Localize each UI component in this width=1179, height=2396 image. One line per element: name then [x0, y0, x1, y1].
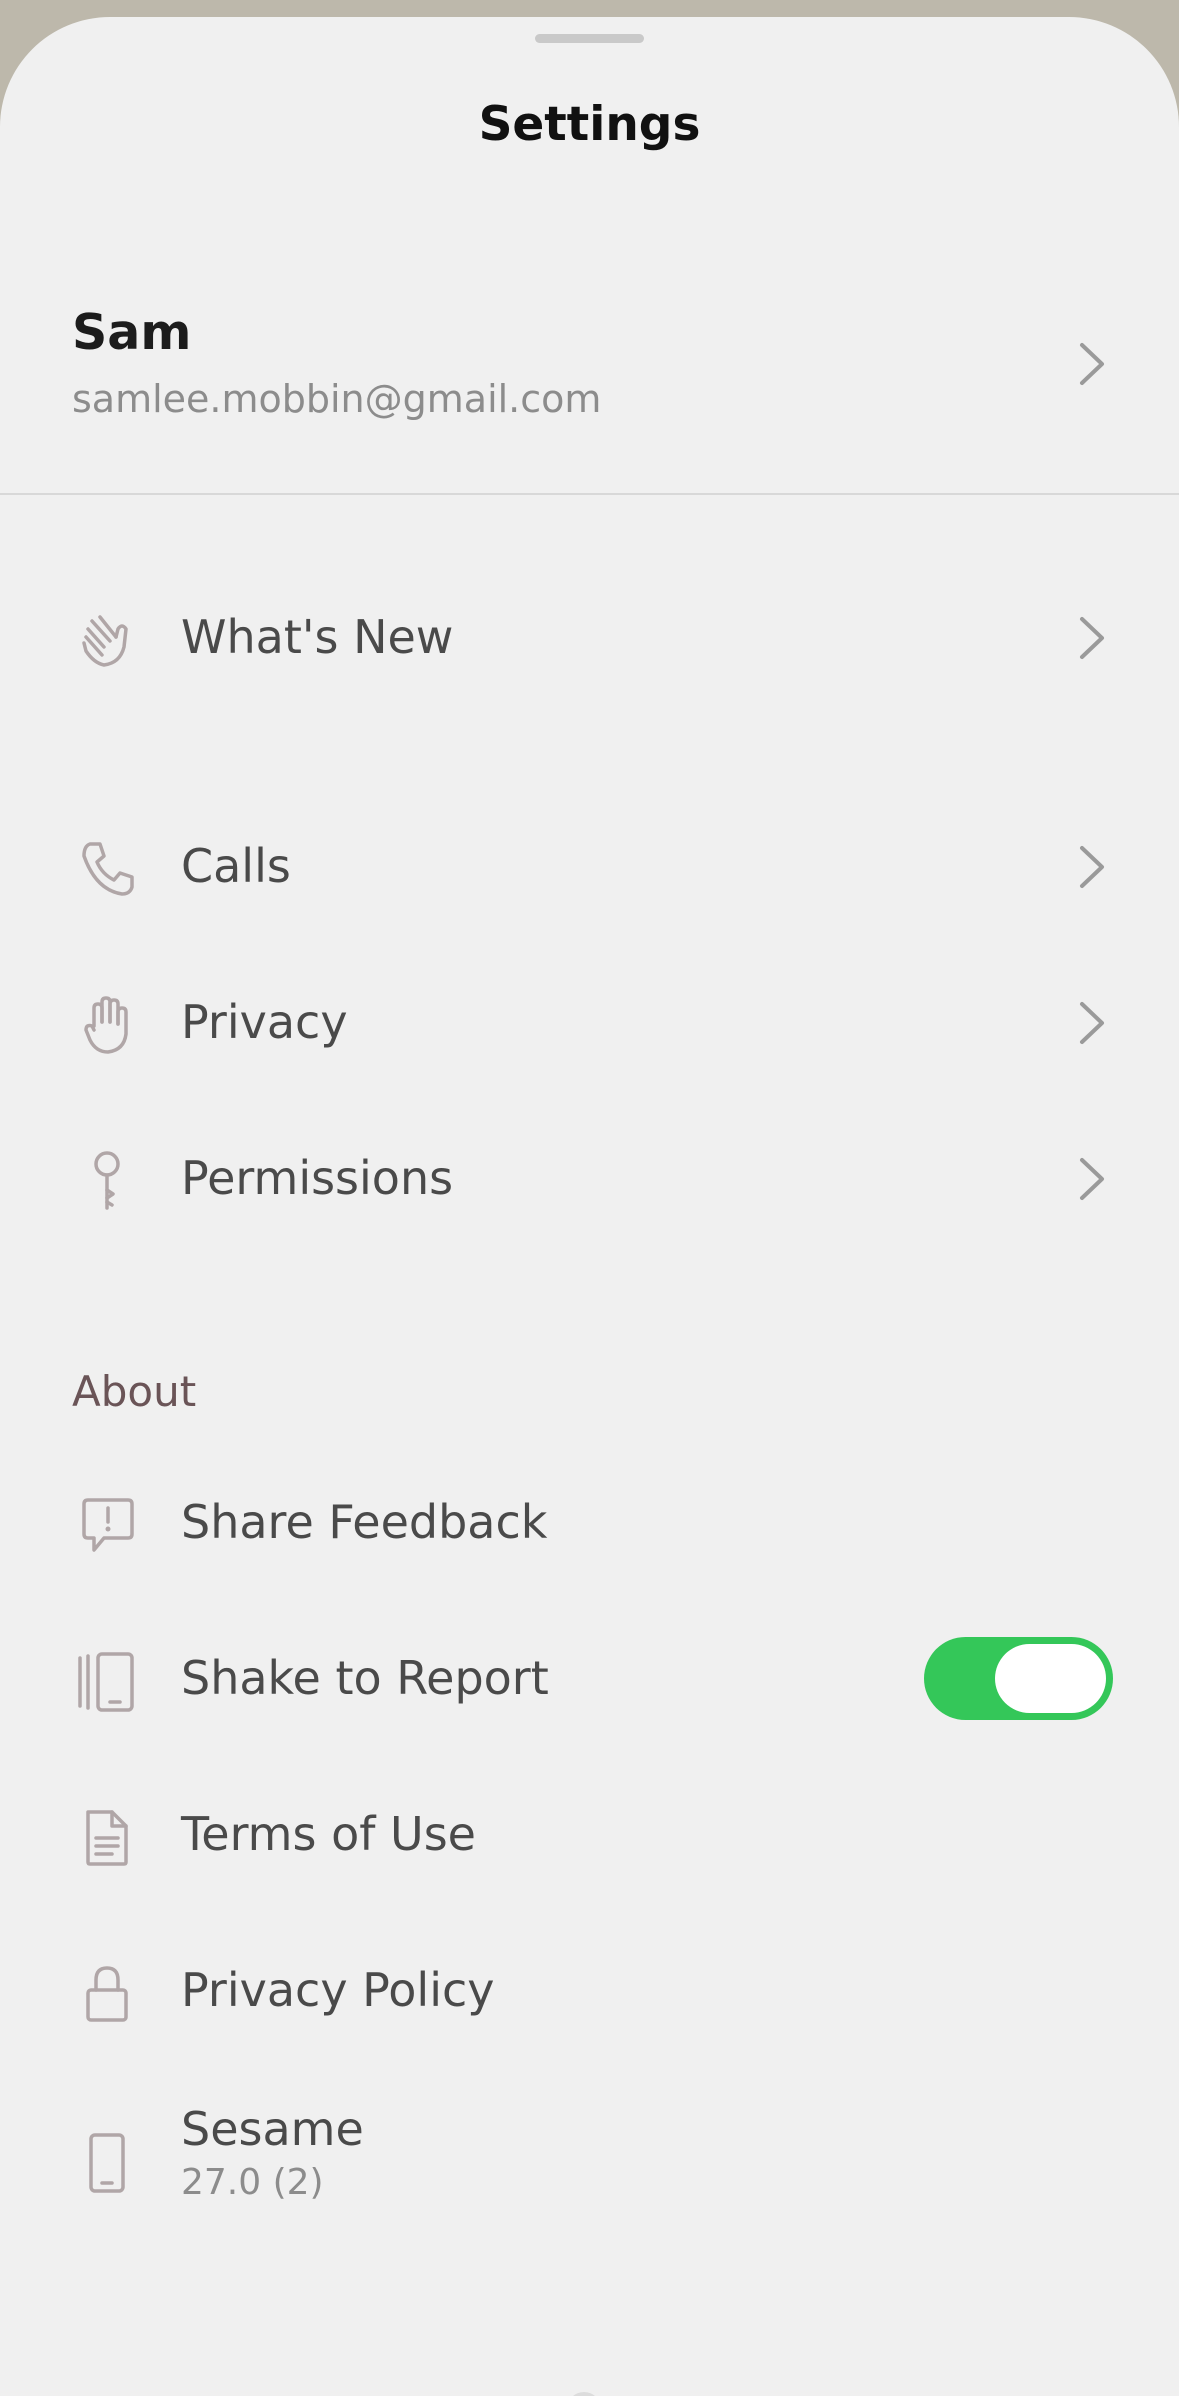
phone-device-icon	[89, 2133, 125, 2193]
menu-item-label: Permissions	[181, 1151, 454, 1205]
key-icon	[94, 1151, 120, 1210]
menu-item-terms-of-use[interactable]: Terms of Use	[0, 1769, 1179, 1899]
chevron-right-icon	[1080, 343, 1104, 385]
settings-sheet: Settings Sam samlee.mobbin@gmail.com Wha…	[0, 17, 1179, 2396]
menu-item-privacy[interactable]: Privacy	[0, 957, 1179, 1087]
chevron-right-icon	[1080, 846, 1104, 888]
lock-icon	[86, 1966, 128, 2022]
menu-item-label: Shake to Report	[181, 1651, 549, 1705]
divider	[0, 493, 1179, 495]
menu-item-label: Terms of Use	[181, 1807, 476, 1861]
section-header-about: About	[72, 1367, 197, 1416]
account-name: Sam	[72, 304, 192, 361]
app-name: Sesame	[181, 2102, 364, 2156]
menu-item-label: Privacy Policy	[181, 1963, 495, 2017]
raised-hand-icon	[84, 996, 128, 1054]
phone-icon	[82, 842, 134, 896]
toggle-knob	[995, 1644, 1106, 1713]
app-version-row: Sesame 27.0 (2)	[0, 2081, 1179, 2231]
menu-item-permissions[interactable]: Permissions	[0, 1113, 1179, 1243]
chevron-right-icon	[1080, 1158, 1104, 1200]
account-row[interactable]: Sam samlee.mobbin@gmail.com	[0, 262, 1179, 462]
menu-item-whats-new[interactable]: What's New	[0, 572, 1179, 702]
chevron-right-icon	[1080, 617, 1104, 659]
menu-item-label: Share Feedback	[181, 1495, 548, 1549]
app-version: 27.0 (2)	[181, 2162, 324, 2203]
document-icon	[86, 1810, 128, 1866]
shake-to-report-toggle[interactable]	[924, 1637, 1113, 1720]
menu-item-share-feedback[interactable]: Share Feedback	[0, 1457, 1179, 1587]
waving-hand-icon	[82, 615, 128, 667]
menu-item-calls[interactable]: Calls	[0, 801, 1179, 931]
menu-item-label: Calls	[181, 839, 291, 893]
account-email: samlee.mobbin@gmail.com	[72, 377, 602, 421]
menu-item-privacy-policy[interactable]: Privacy Policy	[0, 1925, 1179, 2055]
chevron-right-icon	[1080, 1002, 1104, 1044]
sheet-grabber[interactable]	[535, 34, 644, 43]
page-title: Settings	[478, 97, 701, 152]
shake-phone-icon	[78, 1652, 134, 1712]
menu-item-label: Privacy	[181, 995, 348, 1049]
menu-item-label: What's New	[181, 610, 454, 664]
scroll-indicator	[567, 2392, 601, 2396]
feedback-icon	[82, 1498, 134, 1552]
